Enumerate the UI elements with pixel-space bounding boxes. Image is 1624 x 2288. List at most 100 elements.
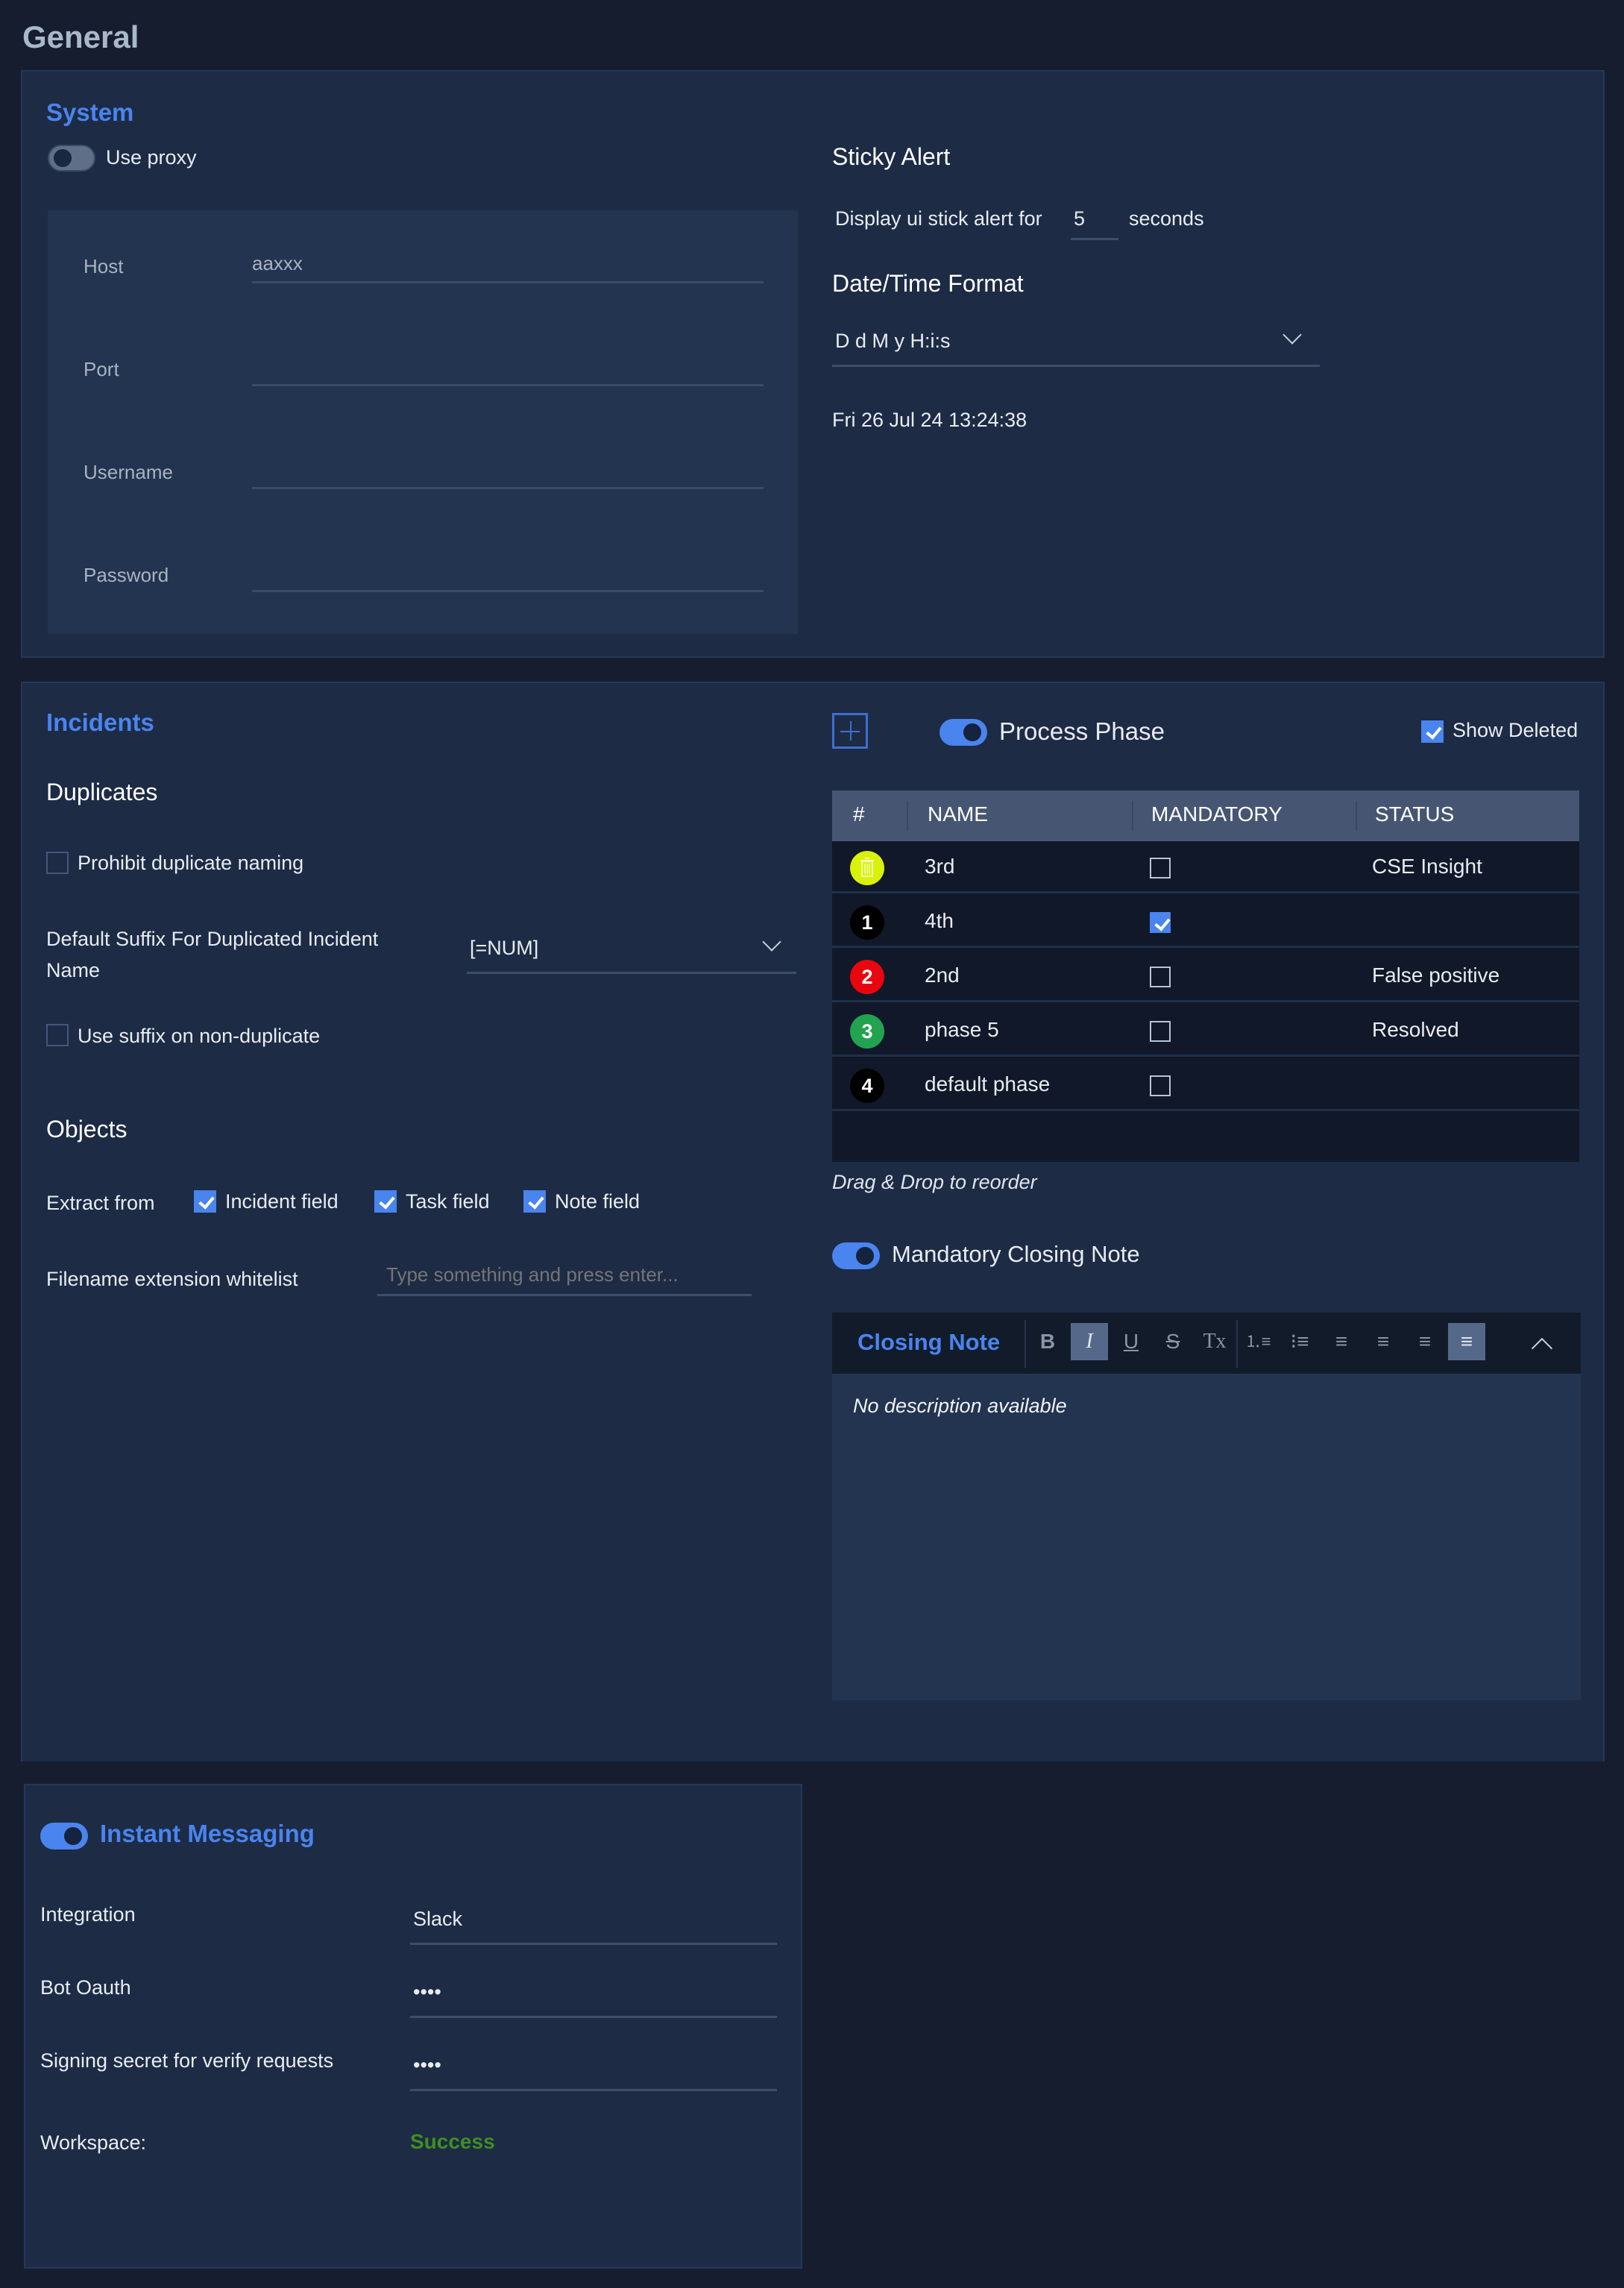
phase-status: CSE Insight [1372, 855, 1482, 878]
italic-button[interactable]: I [1071, 1323, 1108, 1360]
signing-secret-input[interactable]: •••• [410, 2049, 777, 2091]
align-right-icon[interactable]: ≡ [1365, 1323, 1402, 1360]
table-row[interactable]: 4 default phase [832, 1059, 1579, 1111]
column-header-name[interactable]: NAME [928, 802, 988, 826]
process-phase-toggle[interactable] [940, 719, 987, 746]
table-row[interactable]: 3rd CSE Insight [832, 841, 1579, 893]
underline-button[interactable]: U [1112, 1323, 1150, 1360]
show-deleted-label: Show Deleted [1453, 719, 1579, 741]
username-label: Username [84, 461, 173, 483]
chevron-down-icon [762, 932, 781, 952]
phase-name: 4th [925, 909, 954, 932]
phase-name: 2nd [925, 964, 960, 987]
host-label: Host [84, 255, 124, 277]
use-suffix-label: Use suffix on non-duplicate [78, 1025, 321, 1047]
table-row[interactable]: 2 2nd False positive [832, 950, 1579, 1002]
bot-oauth-input[interactable]: •••• [410, 1976, 777, 2018]
sticky-alert-seconds-input[interactable]: 5 [1071, 207, 1118, 240]
strikethrough-button[interactable]: S [1154, 1323, 1192, 1360]
phase-table: # NAME MANDATORY STATUS 3rd CSE Insight … [832, 791, 1579, 1162]
incidents-title: Incidents [46, 708, 154, 736]
instant-messaging-panel: Instant Messaging Integration Slack Bot … [24, 1784, 802, 2269]
system-panel: System Use proxy Host aaxxx Port Usernam… [21, 70, 1605, 658]
mandatory-checkbox[interactable] [1150, 912, 1171, 933]
editor-body[interactable]: No description available [853, 1395, 1067, 1418]
align-center-icon[interactable]: ≡ [1406, 1323, 1444, 1360]
column-header-status[interactable]: STATUS [1375, 802, 1454, 826]
workspace-status: Success [410, 2130, 495, 2153]
password-input[interactable] [252, 555, 764, 592]
toolbar-divider [1236, 1320, 1238, 1368]
toggle-knob [54, 149, 72, 167]
drag-drop-hint: Drag & Drop to reorder [832, 1171, 1037, 1193]
workspace-label: Workspace: [40, 2131, 147, 2154]
host-input[interactable]: aaxxx [252, 246, 764, 283]
editor-title: Closing Note [857, 1329, 1001, 1355]
toggle-knob [64, 1827, 82, 1845]
use-proxy-label: Use proxy [106, 146, 197, 169]
sticky-alert-prefix: Display ui stick alert for [835, 207, 1042, 230]
prohibit-duplicate-checkbox[interactable] [46, 852, 69, 874]
incident-field-label: Incident field [225, 1190, 339, 1213]
note-field-label: Note field [555, 1190, 641, 1213]
show-deleted-checkbox[interactable] [1421, 720, 1444, 743]
clear-format-button[interactable]: Tx [1196, 1323, 1233, 1360]
mandatory-checkbox[interactable] [1150, 1075, 1171, 1096]
sticky-alert-suffix: seconds [1129, 207, 1204, 230]
whitelist-input[interactable] [377, 1256, 752, 1296]
bot-oauth-label: Bot Oauth [40, 1976, 131, 1999]
phase-name: default phase [925, 1072, 1051, 1096]
mandatory-checkbox[interactable] [1150, 1021, 1171, 1042]
duplicate-suffix-value: [=NUM] [470, 937, 539, 959]
align-justify-icon[interactable]: ≡ [1448, 1323, 1485, 1360]
task-field-checkbox[interactable] [374, 1190, 397, 1213]
datetime-format-select[interactable]: D d M y H:i:s [832, 325, 1320, 367]
incident-field-checkbox[interactable] [194, 1190, 216, 1213]
prohibit-duplicate-label: Prohibit duplicate naming [78, 852, 304, 874]
whitelist-label: Filename extension whitelist [46, 1268, 298, 1290]
duplicates-title: Duplicates [46, 779, 158, 805]
use-proxy-toggle[interactable] [48, 145, 95, 172]
port-input[interactable] [252, 349, 764, 386]
extract-from-label: Extract from [46, 1192, 155, 1214]
page-title: General [22, 19, 139, 54]
duplicate-suffix-select[interactable]: [=NUM] [467, 932, 796, 974]
phase-name: phase 5 [925, 1018, 999, 1041]
objects-title: Objects [46, 1116, 128, 1143]
instant-messaging-title: Instant Messaging [100, 1820, 315, 1847]
instant-messaging-toggle[interactable] [40, 1823, 88, 1849]
column-header-mandatory[interactable]: MANDATORY [1151, 802, 1282, 826]
integration-select[interactable]: Slack [410, 1903, 777, 1945]
table-row[interactable]: 3 phase 5 Resolved [832, 1005, 1579, 1057]
toggle-knob [963, 723, 981, 741]
chevron-up-icon[interactable] [1531, 1337, 1553, 1360]
mandatory-checkbox[interactable] [1150, 967, 1171, 987]
table-row[interactable]: 1 4th [832, 896, 1579, 948]
bold-button[interactable]: B [1029, 1323, 1066, 1360]
mandatory-checkbox[interactable] [1150, 858, 1171, 879]
closing-note-editor: Closing Note B I U S Tx ⒈≡ ⁝≡ ≡ ≡ ≡ ≡ No… [832, 1313, 1581, 1700]
mandatory-closing-note-toggle[interactable] [832, 1242, 880, 1269]
toolbar-divider [1025, 1320, 1026, 1368]
column-header-number: # [853, 802, 865, 826]
datetime-format-title: Date/Time Format [832, 270, 1024, 297]
port-label: Port [84, 358, 119, 380]
phase-order-badge: 4 [850, 1069, 884, 1103]
phase-table-header: # NAME MANDATORY STATUS [832, 791, 1579, 841]
ordered-list-icon[interactable]: ⒈≡ [1239, 1323, 1277, 1360]
phase-order-badge: 1 [850, 905, 884, 940]
editor-toolbar: Closing Note B I U S Tx ⒈≡ ⁝≡ ≡ ≡ ≡ ≡ [832, 1313, 1581, 1374]
trash-icon[interactable] [850, 851, 884, 885]
duplicate-suffix-label: Default Suffix For Duplicated Incident N… [46, 928, 379, 981]
add-phase-button[interactable] [832, 713, 868, 749]
username-input[interactable] [252, 452, 764, 489]
mandatory-closing-note-label: Mandatory Closing Note [892, 1241, 1140, 1267]
note-field-checkbox[interactable] [523, 1190, 546, 1213]
column-divider [907, 801, 908, 831]
align-left-icon[interactable]: ≡ [1323, 1323, 1360, 1360]
use-suffix-checkbox[interactable] [46, 1024, 69, 1046]
phase-status: Resolved [1372, 1018, 1459, 1041]
column-divider [1356, 801, 1357, 831]
bullet-list-icon[interactable]: ⁝≡ [1281, 1323, 1318, 1360]
datetime-format-value: D d M y H:i:s [835, 330, 951, 352]
